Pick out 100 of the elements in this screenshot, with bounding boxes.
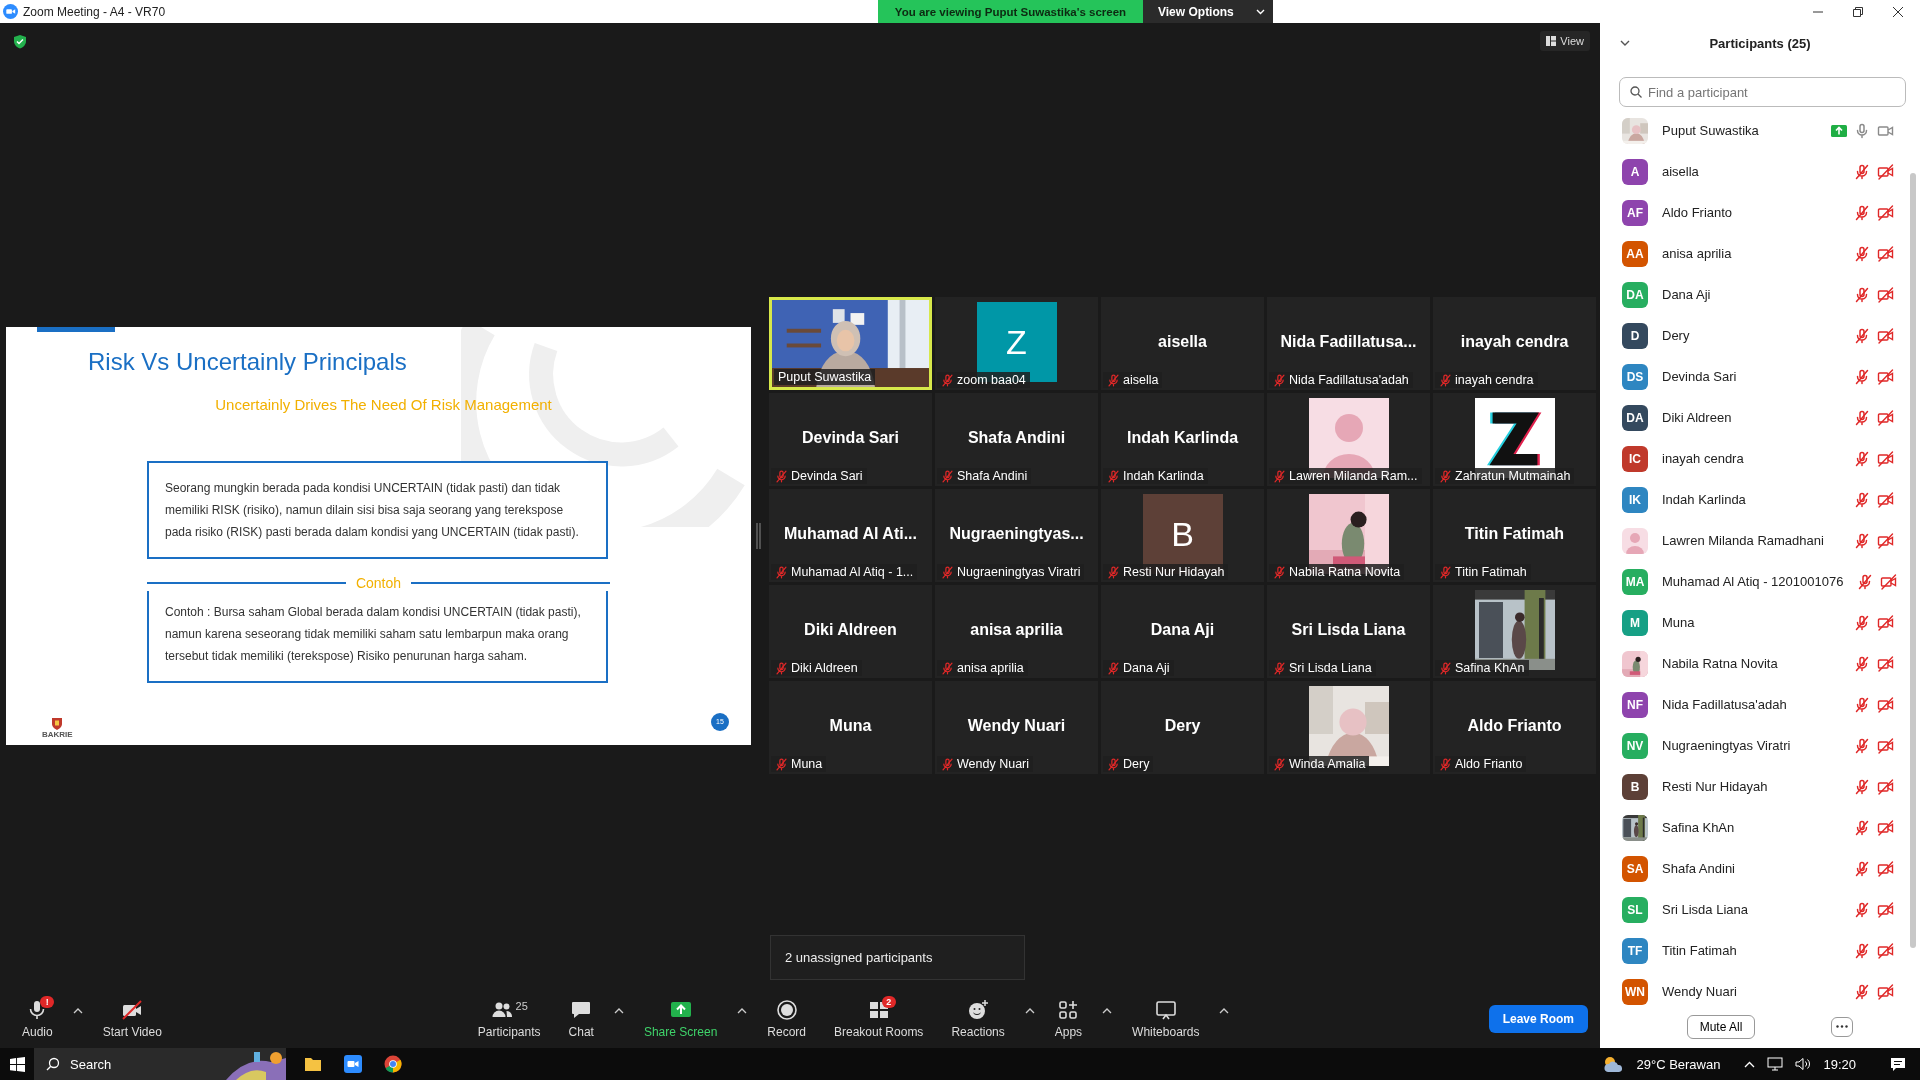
participant-row[interactable]: NV Nugraeningtyas Viratri (1600, 725, 1920, 766)
video-tile[interactable]: Wendy Nuari Wendy Nuari (935, 681, 1098, 774)
more-button[interactable] (1831, 1016, 1854, 1037)
collapse-chevron-icon[interactable] (1620, 39, 1630, 47)
participant-row[interactable]: AF Aldo Frianto (1600, 192, 1920, 233)
participant-name: inayah cendra (1662, 451, 1745, 466)
taskbar-search-box[interactable]: Search (34, 1048, 286, 1080)
video-tile[interactable]: Muhamad Al Ati... Muhamad Al Atiq - 1... (769, 489, 932, 582)
video-tile[interactable]: Puput Suwastika (769, 297, 932, 390)
volume-icon[interactable] (1795, 1057, 1812, 1071)
view-button[interactable]: View (1540, 31, 1590, 51)
caret-icon[interactable] (72, 1008, 83, 1014)
participant-name: anisa aprilia (970, 621, 1063, 639)
caret-icon[interactable] (1219, 1008, 1230, 1014)
weather-text: 29°C Berawan (1636, 1056, 1721, 1072)
restore-icon[interactable] (1852, 5, 1864, 18)
video-tile[interactable]: Diki Aldreen Diki Aldreen (769, 585, 932, 678)
caret-icon[interactable] (1102, 1008, 1113, 1014)
avatar: WN (1622, 978, 1648, 1005)
record-icon (775, 999, 798, 1021)
apps-button[interactable]: Apps (1046, 999, 1091, 1039)
scrollbar[interactable] (1910, 173, 1916, 948)
participant-row[interactable]: SA Shafa Andini (1600, 848, 1920, 889)
avatar: SA (1622, 855, 1648, 882)
video-tile[interactable]: Zahratun Mutmainah (1433, 393, 1596, 486)
participant-row[interactable]: A aisella (1600, 151, 1920, 192)
video-tile[interactable]: Devinda Sari Devinda Sari (769, 393, 932, 486)
leave-room-button[interactable]: Leave Room (1488, 1005, 1588, 1033)
name-label: Muhamad Al Atiq - 1... (771, 564, 918, 580)
participant-row[interactable]: IC inayah cendra (1600, 438, 1920, 479)
participant-row[interactable]: B Resti Nur Hidayah (1600, 766, 1920, 807)
video-tile[interactable]: Indah Karlinda Indah Karlinda (1101, 393, 1264, 486)
participant-row[interactable]: DA Diki Aldreen (1600, 397, 1920, 438)
view-options-button[interactable]: View Options (1143, 0, 1273, 23)
video-tile[interactable]: Z zoom baa04 (935, 297, 1098, 390)
participant-name: Muna (829, 717, 872, 735)
shield-icon[interactable] (13, 33, 27, 49)
video-tile[interactable]: inayah cendra inayah cendra (1433, 297, 1596, 390)
record-button[interactable]: Record (759, 999, 814, 1039)
caret-icon[interactable] (613, 1008, 624, 1014)
video-tile[interactable]: Nugraeningtyas... Nugraeningtyas Viratri (935, 489, 1098, 582)
whiteboards-button[interactable]: Whiteboards (1124, 999, 1208, 1039)
participant-row[interactable]: MA Muhamad Al Atiq - 1201001076 (1600, 561, 1920, 602)
network-icon[interactable] (1767, 1057, 1784, 1071)
chevron-up-icon[interactable] (1744, 1060, 1756, 1068)
notification-icon[interactable] (1890, 1057, 1906, 1071)
participants-button[interactable]: 25 Participants (469, 999, 549, 1039)
caret-icon[interactable] (737, 1008, 748, 1014)
resize-handle[interactable] (756, 522, 761, 549)
participant-row[interactable]: Nabila Ratna Novita (1600, 643, 1920, 684)
video-tile[interactable]: Aldo Frianto Aldo Frianto (1433, 681, 1596, 774)
participant-row[interactable]: Safina KhAn (1600, 807, 1920, 848)
caret-icon[interactable] (1024, 1008, 1035, 1014)
video-tile[interactable]: anisa aprilia anisa aprilia (935, 585, 1098, 678)
mute-all-button[interactable]: Mute All (1686, 1014, 1756, 1039)
video-tile[interactable]: B Resti Nur Hidayah (1101, 489, 1264, 582)
participant-name: Aldo Frianto (1662, 205, 1734, 220)
participant-name: aisella (1662, 164, 1700, 179)
video-tile[interactable]: Muna Muna (769, 681, 932, 774)
participant-row[interactable]: SL Sri Lisda Liana (1600, 889, 1920, 930)
close-icon[interactable] (1892, 5, 1904, 18)
video-tile[interactable]: Dery Dery (1101, 681, 1264, 774)
windows-start-icon[interactable] (10, 1056, 25, 1072)
video-tile[interactable]: Titin Fatimah Titin Fatimah (1433, 489, 1596, 582)
video-tile[interactable]: Lawren Milanda Ram... (1267, 393, 1430, 486)
participant-row[interactable]: D Dery (1600, 315, 1920, 356)
participant-row[interactable]: TF Titin Fatimah (1600, 930, 1920, 971)
video-tile[interactable]: Safina KhAn (1433, 585, 1596, 678)
audio-button[interactable]: ! Audio (14, 999, 61, 1039)
avatar: IC (1622, 445, 1648, 472)
participant-row[interactable]: M Muna (1600, 602, 1920, 643)
chat-button[interactable]: Chat (560, 999, 602, 1039)
name-label: Nugraeningtyas Viratri (937, 564, 1085, 580)
participant-row[interactable]: Puput Suwastika (1600, 110, 1920, 151)
participant-row[interactable]: IK Indah Karlinda (1600, 479, 1920, 520)
video-tile[interactable]: Shafa Andini Shafa Andini (935, 393, 1098, 486)
video-tile[interactable]: Nida Fadillatusa... Nida Fadillatusa'adah (1267, 297, 1430, 390)
reactions-button[interactable]: Reactions (943, 999, 1013, 1039)
avatar: A (1622, 158, 1648, 185)
participant-row[interactable]: DA Dana Aji (1600, 274, 1920, 315)
video-tile[interactable]: Winda Amalia (1267, 681, 1430, 774)
participant-count: 25 (515, 1000, 528, 1012)
participant-row[interactable]: NF Nida Fadillatusa'adah (1600, 684, 1920, 725)
participant-row[interactable]: DS Devinda Sari (1600, 356, 1920, 397)
participant-search-field[interactable]: Find a participant (1619, 77, 1906, 107)
breakout-button[interactable]: 2 Breakout Rooms (826, 999, 932, 1039)
participant-name: Dana Aji (1150, 621, 1215, 639)
participant-row[interactable]: WN Wendy Nuari (1600, 971, 1920, 1005)
video-tile[interactable]: aisella aisella (1101, 297, 1264, 390)
video-tile[interactable]: Nabila Ratna Novita (1267, 489, 1430, 582)
participant-row[interactable]: Lawren Milanda Ramadhani (1600, 520, 1920, 561)
video-tile[interactable]: Dana Aji Dana Aji (1101, 585, 1264, 678)
notification-badge: 2 (881, 996, 896, 1008)
video-tile[interactable]: Sri Lisda Liana Sri Lisda Liana (1267, 585, 1430, 678)
section-label: Contoh (355, 574, 402, 591)
participant-row[interactable]: AA anisa aprilia (1600, 233, 1920, 274)
reactions-icon (967, 999, 990, 1021)
video-button[interactable]: Start Video (94, 999, 170, 1039)
share-button[interactable]: Share Screen (635, 999, 726, 1039)
slide-subtitle: Uncertainly Drives The Need Of Risk Management (214, 395, 553, 413)
